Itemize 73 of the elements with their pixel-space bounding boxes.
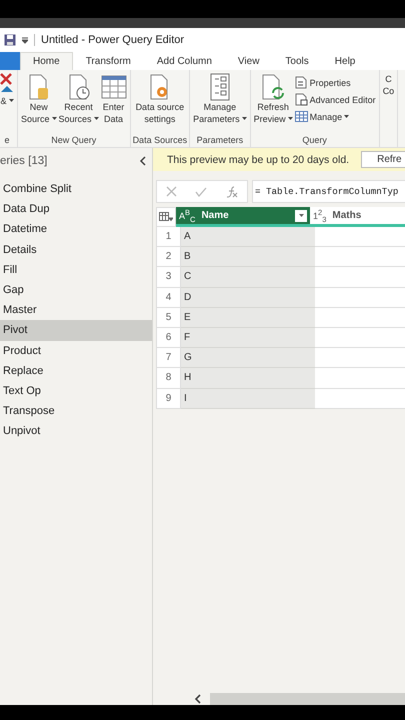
group-label: Parameters [196,134,244,147]
editor-icon [294,93,308,106]
query-item[interactable]: Replace [0,360,152,381]
ribbon-button[interactable]: Properties [294,75,377,90]
query-item[interactable]: Product [0,340,152,361]
row-number: 1 [156,227,181,248]
table-cell: C [181,267,315,288]
formula-field[interactable]: = Table.TransformColumnTyp [252,180,405,203]
query-item[interactable]: Transpose [0,401,152,422]
row-number: 6 [156,328,181,348]
table-cell: B [181,247,315,268]
table-cell: F [181,328,315,348]
table-cell: I [181,388,315,409]
group-label: Data Sources [132,134,188,147]
ribbon-button[interactable]: Recent Sources [58,73,100,125]
filter-button[interactable] [295,210,307,222]
function-icon[interactable] [226,186,238,198]
ribbon-button[interactable]: Manage [294,109,377,124]
collapse-icon[interactable] [139,156,146,166]
table-cell: G [181,348,315,368]
close-apply-icon [0,73,14,95]
ribbon-tab[interactable]: Home [20,52,73,70]
ribbon-button[interactable]: New Source [20,73,58,125]
grid-icon [294,110,308,123]
column-name: Maths [332,210,362,221]
group-label: e [4,134,10,147]
ribbon-button[interactable]: & [0,73,15,107]
row-number: 8 [156,368,181,388]
query-item[interactable]: Gap [0,280,152,300]
query-item[interactable]: Data Dup [0,199,152,220]
query-item[interactable]: Combine Split [0,179,152,200]
scrollbar-thumb[interactable] [210,693,405,705]
save-icon[interactable] [4,34,16,46]
caret-icon [298,214,304,218]
row-number: 4 [156,288,181,308]
refresh-icon [260,73,286,101]
column-header[interactable]: A$^{B}$$_{C}$ Name [176,207,310,227]
window-title: Untitled - Power Query Editor [34,34,184,46]
row-number: 5 [156,308,181,328]
query-item[interactable]: Master [0,300,152,320]
row-number: 2 [156,247,181,268]
table-cell: E [181,308,315,328]
column-header[interactable]: 1$^{2}$$_{3}$ Maths [310,207,405,227]
ribbon-button[interactable]: Refresh Preview [252,73,294,125]
refresh-button[interactable]: Refre [361,151,405,168]
ribbon-button[interactable]: Data source settings [134,73,186,125]
row-number: 9 [156,388,181,409]
ribbon-button[interactable]: Advanced Editor [294,92,377,107]
table-cell: H [181,368,315,388]
query-item[interactable]: Pivot [0,320,152,340]
table-menu-icon[interactable] [156,207,176,227]
table-icon [100,73,127,101]
properties-icon [294,76,308,89]
scroll-left-icon[interactable] [193,694,202,704]
queries-heading: eries [13] [0,155,48,167]
query-item[interactable]: Text Op [0,380,152,402]
ribbon-button[interactable]: Manage Parameters [192,73,248,125]
query-item[interactable]: Fill [0,260,152,280]
check-icon[interactable] [195,186,208,196]
table-cell: D [181,288,315,308]
info-message: This preview may be up to 20 days old. [167,154,350,166]
query-item[interactable]: Datetime [0,219,152,240]
table-cell: A [181,227,315,248]
row-number: 3 [156,267,181,288]
query-item[interactable]: Details [0,240,152,260]
column-name: Name [201,210,229,221]
row-number: 7 [156,348,181,368]
customize-icon[interactable] [22,36,28,44]
group-label: New Query [51,134,96,147]
ribbon-button[interactable]: Enter Data [100,73,128,125]
query-item[interactable]: Unpivot [0,421,152,442]
ribbon-button[interactable]: C Co [382,73,396,97]
group-label: Query [302,134,327,147]
